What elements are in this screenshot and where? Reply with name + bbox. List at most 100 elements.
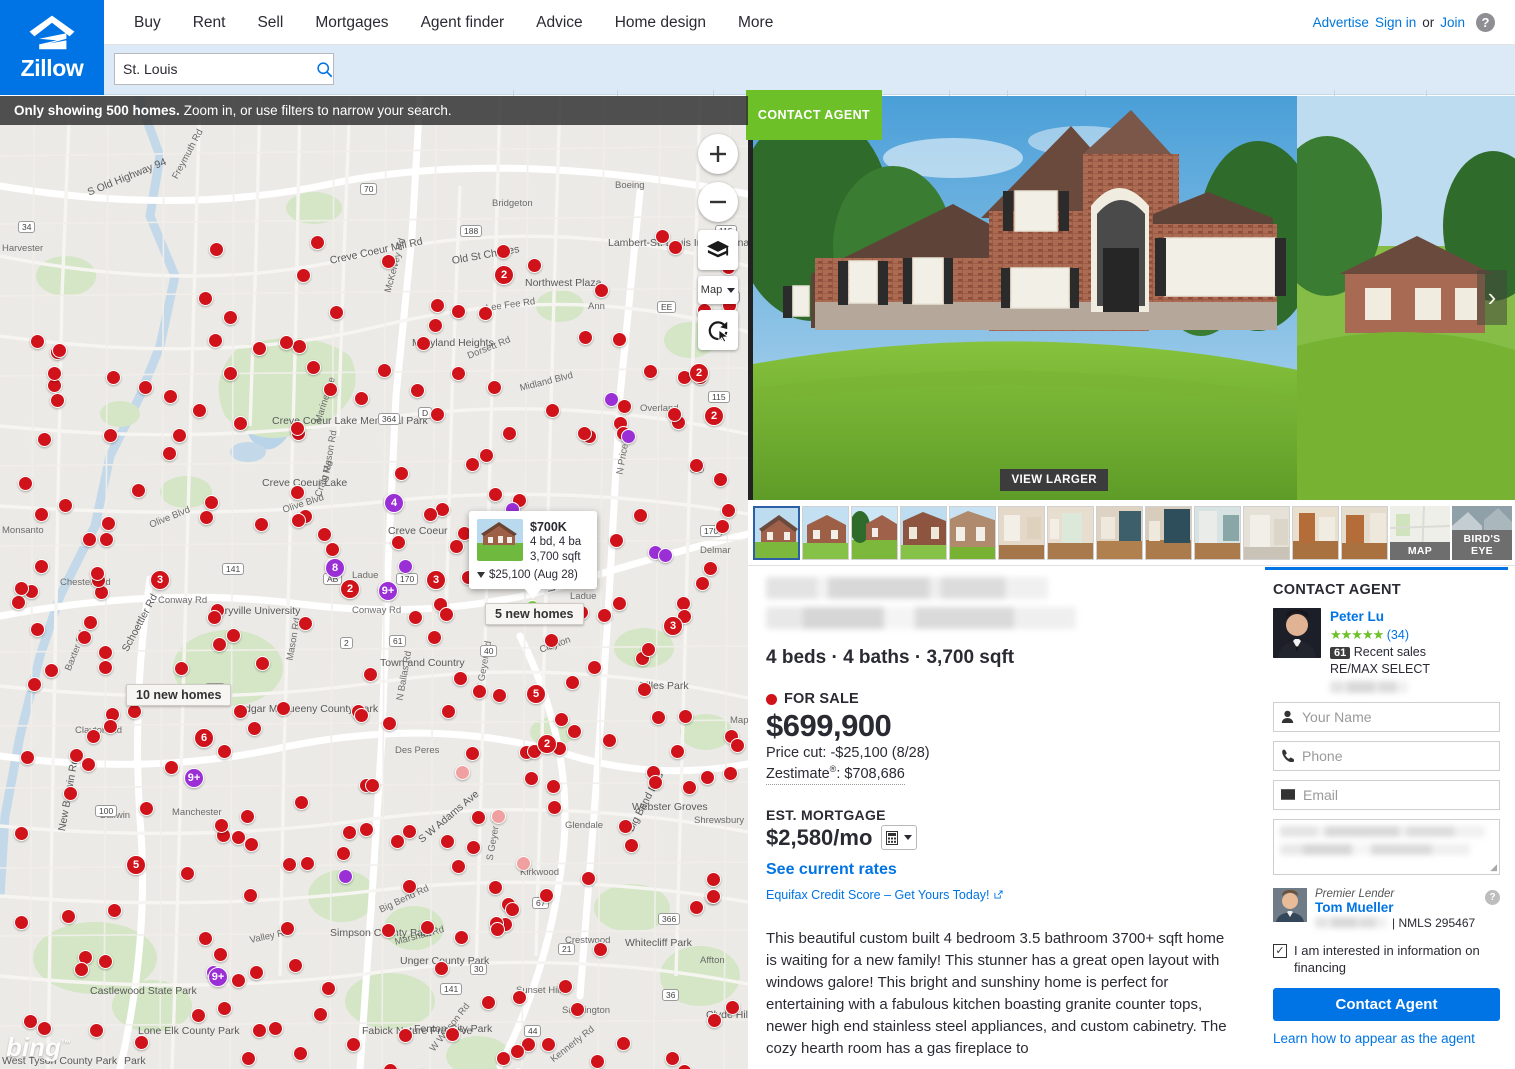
map-pin-purple[interactable]	[338, 869, 353, 884]
map-pin-cluster[interactable]: 9+	[208, 967, 228, 987]
map-pin[interactable]	[576, 425, 592, 441]
map-pin[interactable]	[655, 228, 671, 244]
map-reset-button[interactable]	[698, 310, 738, 350]
search-input[interactable]	[115, 54, 310, 84]
map-pin-viewed[interactable]	[491, 809, 506, 824]
map-pin[interactable]	[20, 749, 36, 765]
map-pin[interactable]	[252, 341, 267, 357]
financing-checkbox-row[interactable]: ✓ I am interested in information on fina…	[1273, 942, 1500, 977]
map-pin[interactable]	[76, 629, 92, 645]
map-pin-cluster[interactable]: 2	[494, 265, 514, 285]
map-pin[interactable]	[616, 1035, 632, 1051]
next-photo-arrow-icon[interactable]: ›	[1477, 270, 1507, 325]
map-pin[interactable]	[480, 994, 496, 1010]
search-box[interactable]	[114, 53, 334, 85]
map-pin[interactable]	[632, 508, 648, 524]
map-pin[interactable]	[677, 709, 693, 725]
map-pin[interactable]	[382, 1063, 398, 1069]
name-field[interactable]	[1273, 701, 1500, 732]
map-pin[interactable]	[565, 674, 581, 690]
zoom-out-button[interactable]	[698, 182, 738, 222]
map-pin[interactable]	[705, 888, 721, 904]
map-panel[interactable]: Only showing 500 homes. Zoom in, or use …	[0, 96, 748, 1069]
map-pin[interactable]	[397, 1027, 413, 1043]
new-homes-label-right[interactable]: 5 new homes	[485, 603, 584, 625]
map-pin[interactable]	[279, 920, 295, 936]
map-pin[interactable]	[688, 900, 704, 915]
map-pin-viewed[interactable]	[516, 856, 531, 871]
map-pin[interactable]	[440, 704, 456, 720]
map-pin[interactable]	[241, 1050, 257, 1066]
map-pin[interactable]	[580, 870, 596, 886]
nav-link-more[interactable]: More	[722, 0, 789, 45]
map-pin[interactable]	[106, 902, 122, 918]
email-field[interactable]	[1273, 779, 1500, 810]
map-pin-cluster[interactable]: 2	[340, 579, 360, 599]
map-pin[interactable]	[670, 743, 686, 759]
map-pin[interactable]	[547, 799, 563, 815]
map-pin[interactable]	[17, 476, 33, 492]
map-pin-cluster[interactable]: 3	[426, 570, 446, 590]
map-pin[interactable]	[689, 457, 705, 473]
thumbnail-11[interactable]	[1243, 505, 1290, 560]
map-pin[interactable]	[44, 662, 60, 678]
map-pin[interactable]	[320, 981, 336, 997]
map-pin-cluster[interactable]: 3	[663, 616, 683, 636]
map-pin-cluster[interactable]: 9+	[184, 768, 204, 788]
map-pin[interactable]	[611, 595, 627, 611]
map-pin[interactable]	[430, 406, 446, 422]
map-pin[interactable]	[322, 381, 338, 397]
agent-name-link[interactable]: Peter Lu	[1330, 608, 1430, 626]
hero-photo[interactable]: VIEW LARGER	[753, 96, 1298, 500]
map-pin[interactable]	[81, 756, 97, 772]
map-pin[interactable]	[553, 711, 569, 727]
thumbnail-1[interactable]	[753, 505, 800, 560]
map-pin[interactable]	[254, 656, 270, 672]
map-pin[interactable]	[509, 1043, 525, 1059]
map-pin[interactable]	[666, 406, 682, 422]
lender-help-icon[interactable]: ?	[1485, 889, 1500, 905]
zestimate-value[interactable]: Zestimate®: $708,686	[766, 764, 905, 785]
map-pin[interactable]	[191, 402, 207, 418]
map-pin[interactable]	[222, 366, 238, 382]
map-pin[interactable]	[667, 239, 683, 255]
photo-thumbnail-strip[interactable]: MAP BIRD'S EYE	[748, 500, 1515, 566]
map-pin[interactable]	[408, 609, 424, 625]
map-pin[interactable]	[617, 398, 633, 414]
map-pin[interactable]	[504, 901, 520, 917]
message-textarea[interactable]: ◢	[1273, 818, 1500, 875]
map-canvas[interactable]	[0, 96, 748, 1069]
map-pin[interactable]	[341, 824, 357, 840]
view-larger-button[interactable]: VIEW LARGER	[1000, 469, 1108, 491]
thumbnail-8[interactable]	[1096, 505, 1143, 560]
join-link[interactable]: Join	[1440, 15, 1465, 30]
map-pin[interactable]	[358, 821, 374, 837]
map-pin[interactable]	[569, 1001, 585, 1017]
map-pin-cluster[interactable]: 2	[537, 734, 557, 754]
map-pin[interactable]	[90, 565, 106, 581]
map-pin-cluster[interactable]: 5	[126, 855, 146, 875]
map-pin[interactable]	[137, 379, 153, 395]
map-pin[interactable]	[394, 465, 410, 481]
map-pin[interactable]	[248, 964, 264, 980]
map-pin[interactable]	[444, 1027, 460, 1043]
map-pin[interactable]	[275, 700, 291, 716]
map-type-selector[interactable]: Map	[698, 276, 738, 304]
map-pin[interactable]	[487, 880, 503, 896]
nav-link-buy[interactable]: Buy	[118, 0, 177, 45]
nav-link-home-design[interactable]: Home design	[599, 0, 722, 45]
map-pin[interactable]	[289, 484, 305, 500]
review-count-link[interactable]: (34)	[1387, 628, 1409, 642]
see-current-rates-link[interactable]: See current rates	[766, 861, 1246, 879]
thumbnail-10[interactable]	[1194, 505, 1241, 560]
map-pin-viewed[interactable]	[455, 765, 470, 780]
map-pin[interactable]	[512, 989, 528, 1005]
map-pin-cluster[interactable]: 3	[150, 570, 170, 590]
map-pin[interactable]	[230, 972, 246, 988]
map-pin[interactable]	[720, 503, 736, 519]
map-pin[interactable]	[13, 914, 29, 930]
phone-input[interactable]	[1300, 746, 1492, 765]
map-pin[interactable]	[267, 1021, 283, 1036]
map-pin[interactable]	[380, 253, 396, 269]
map-pin[interactable]	[105, 369, 121, 385]
